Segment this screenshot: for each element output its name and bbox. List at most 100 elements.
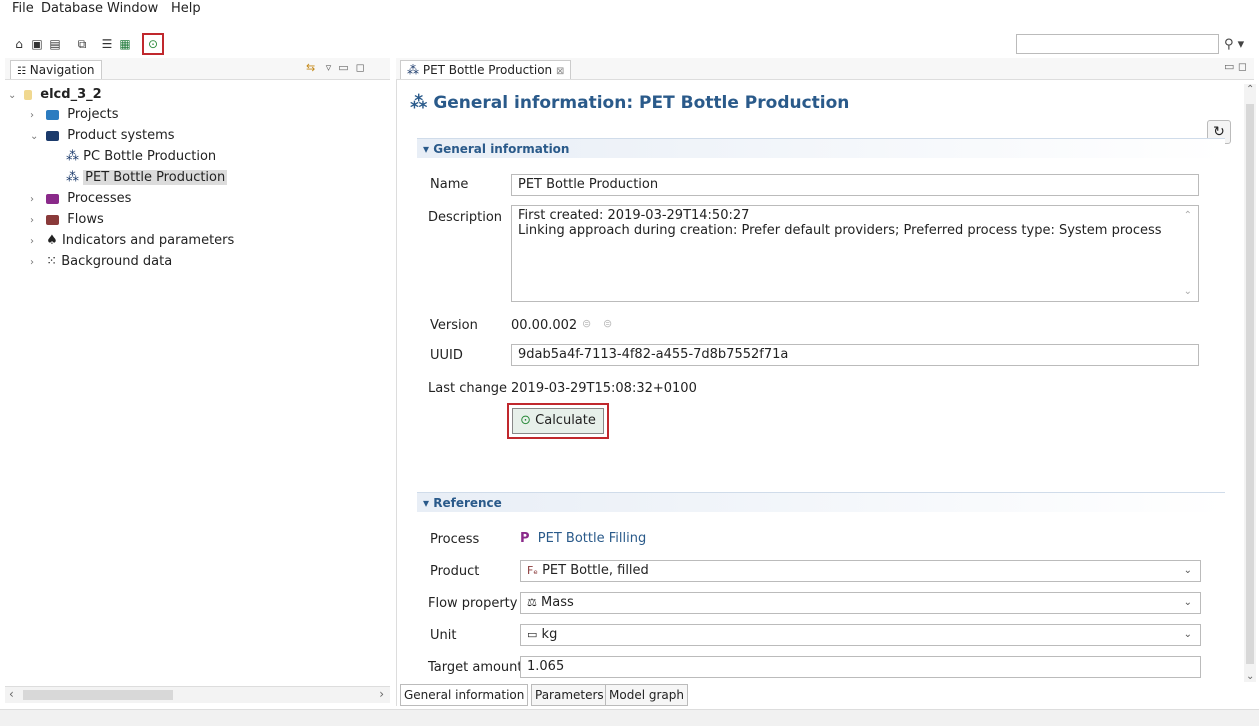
save-all-icon[interactable]: ⧉ — [75, 37, 89, 51]
tree-item-product-systems[interactable]: ⌄ Product systems — [30, 127, 175, 146]
chevron-down-icon[interactable]: ▾ — [423, 496, 429, 510]
home-icon[interactable]: ⌂ — [12, 37, 26, 51]
view-menu-icon[interactable]: ▿ — [326, 61, 332, 74]
flow-icon: Fₑ — [527, 564, 538, 577]
product-select[interactable]: Fₑ PET Bottle, filled ⌄ — [520, 560, 1201, 582]
chevron-right-icon[interactable]: › — [30, 212, 42, 230]
scroll-down-icon[interactable]: ⌄ — [1184, 286, 1192, 297]
menu-help[interactable]: Help — [171, 1, 201, 16]
scroll-down-icon[interactable]: ⌄ — [1246, 671, 1254, 682]
version-up-double-icon[interactable]: ⊜ — [603, 317, 612, 330]
reference-section-header[interactable]: ▾ Reference — [417, 492, 1225, 512]
unit-label: Unit — [430, 628, 457, 643]
scroll-up-icon[interactable]: ⌃ — [1184, 210, 1192, 221]
chevron-right-icon[interactable]: › — [30, 233, 42, 251]
folder-icon — [46, 130, 60, 141]
save-as-icon[interactable]: ▤ — [48, 37, 62, 51]
chevron-down-icon[interactable]: ⌄ — [1184, 629, 1192, 640]
tab-general-information[interactable]: General information — [400, 684, 529, 706]
page-title: ⁂ General information: PET Bottle Produc… — [410, 93, 849, 113]
description-field[interactable]: First created: 2019-03-29T14:50:27 Linki… — [511, 205, 1199, 302]
search-input[interactable] — [1016, 34, 1219, 54]
unit-select[interactable]: ▭ kg ⌄ — [520, 624, 1201, 646]
tree-item-background-data[interactable]: › ⁙ Background data — [30, 253, 172, 272]
calculate-icon: ⊙ — [520, 413, 532, 428]
flow-property-label: Flow property — [428, 596, 518, 611]
product-system-icon: ⁂ — [66, 170, 79, 185]
menu-database[interactable]: Database — [41, 1, 103, 16]
scroll-thumb[interactable] — [23, 690, 173, 700]
tree-item-label: Background data — [61, 254, 173, 269]
folder-icon — [46, 193, 60, 204]
chevron-right-icon[interactable]: › — [30, 254, 42, 272]
chevron-down-icon[interactable]: ⌄ — [30, 128, 42, 146]
navigation-horizontal-scrollbar[interactable]: ‹ › — [5, 686, 390, 703]
version-label: Version — [430, 318, 478, 333]
maximize-icon[interactable]: ◻ — [1238, 60, 1247, 73]
process-icon: P — [520, 531, 530, 546]
tree-item-elcd[interactable]: ⌄ elcd_3_2 — [8, 86, 102, 105]
last-change-label: Last change — [428, 381, 508, 396]
editor-tab-pet-bottle-production[interactable]: ⁂ PET Bottle Production ⊠ — [400, 60, 572, 79]
chevron-down-icon[interactable]: ⌄ — [1184, 597, 1192, 608]
calculate-icon[interactable]: ⊙ — [146, 37, 160, 51]
ruler-icon: ▭ — [527, 628, 538, 641]
tab-model-graph[interactable]: Model graph — [605, 684, 688, 706]
name-field[interactable]: PET Bottle Production — [511, 174, 1199, 196]
excel-icon[interactable]: ▦ — [118, 37, 132, 51]
search-icon[interactable]: ⚲ ▾ — [1224, 37, 1244, 52]
tab-parameters[interactable]: Parameters — [531, 684, 608, 706]
tree-item-flows[interactable]: › Flows — [30, 211, 104, 230]
section-title: Reference — [433, 496, 502, 510]
menu-window[interactable]: Window — [107, 1, 158, 16]
list-icon[interactable]: ☰ — [100, 37, 114, 51]
tree-item-indicators[interactable]: › ♠ Indicators and parameters — [30, 232, 234, 251]
chevron-right-icon[interactable]: › — [30, 191, 42, 209]
scroll-up-icon[interactable]: ⌃ — [1246, 84, 1254, 95]
process-link[interactable]: P PET Bottle Filling — [520, 531, 646, 546]
last-change-value: 2019-03-29T15:08:32+0100 — [511, 381, 697, 396]
chevron-down-icon[interactable]: ⌄ — [1184, 565, 1192, 576]
folder-icon — [46, 109, 60, 120]
process-link-text: PET Bottle Filling — [537, 531, 647, 546]
tree-item-label: Projects — [67, 107, 119, 122]
editor-tab-label: PET Bottle Production — [422, 63, 553, 77]
minimize-icon[interactable]: ▭ — [1224, 60, 1234, 73]
unit-select-value: kg — [541, 627, 558, 642]
save-icon[interactable]: ▣ — [30, 37, 44, 51]
chevron-down-icon[interactable]: ▾ — [423, 142, 429, 156]
editor-vertical-scrollbar[interactable]: ⌃ ⌄ — [1244, 84, 1256, 682]
scroll-right-icon[interactable]: › — [379, 687, 384, 701]
page-title-text: General information: PET Bottle Producti… — [433, 93, 850, 113]
close-icon[interactable]: ⊠ — [556, 66, 564, 77]
tree-item-pc-bottle-production[interactable]: ⁂ PC Bottle Production — [66, 148, 216, 166]
general-information-section-header[interactable]: ▾ General information — [417, 138, 1225, 158]
scroll-left-icon[interactable]: ‹ — [9, 687, 14, 701]
tree-item-label: Processes — [67, 191, 132, 206]
product-system-icon: ⁂ — [407, 63, 419, 77]
flow-property-select[interactable]: ⚖ Mass ⌄ — [520, 592, 1201, 614]
tree-item-pet-bottle-production[interactable]: ⁂ PET Bottle Production — [66, 169, 228, 187]
minimize-icon[interactable]: ▭ — [338, 61, 348, 74]
flow-property-select-value: Mass — [541, 595, 574, 610]
indicators-icon: ♠ — [46, 233, 58, 248]
link-icon[interactable]: ⇆ — [306, 61, 315, 74]
target-amount-field[interactable]: 1.065 — [520, 656, 1201, 678]
version-up-icon[interactable]: ⊜ — [582, 317, 591, 330]
tree-item-processes[interactable]: › Processes — [30, 190, 131, 209]
uuid-field[interactable]: 9dab5a4f-7113-4f82-a455-7d8b7552f71a — [511, 344, 1199, 366]
maximize-icon[interactable]: ◻ — [356, 61, 365, 74]
calculate-button[interactable]: ⊙ Calculate — [512, 408, 604, 434]
status-bar — [0, 709, 1259, 726]
folder-icon — [46, 214, 60, 225]
description-line: First created: 2019-03-29T14:50:27 — [518, 208, 750, 223]
menu-file[interactable]: File — [12, 1, 34, 16]
navigation-tab[interactable]: ☷ Navigation — [10, 60, 102, 79]
scroll-thumb[interactable] — [1246, 104, 1254, 664]
version-value: 00.00.002 — [511, 318, 578, 333]
database-icon — [24, 89, 33, 100]
product-system-icon: ⁂ — [410, 93, 428, 113]
chevron-down-icon[interactable]: ⌄ — [8, 87, 20, 105]
tree-item-projects[interactable]: › Projects — [30, 106, 119, 125]
chevron-right-icon[interactable]: › — [30, 107, 42, 125]
